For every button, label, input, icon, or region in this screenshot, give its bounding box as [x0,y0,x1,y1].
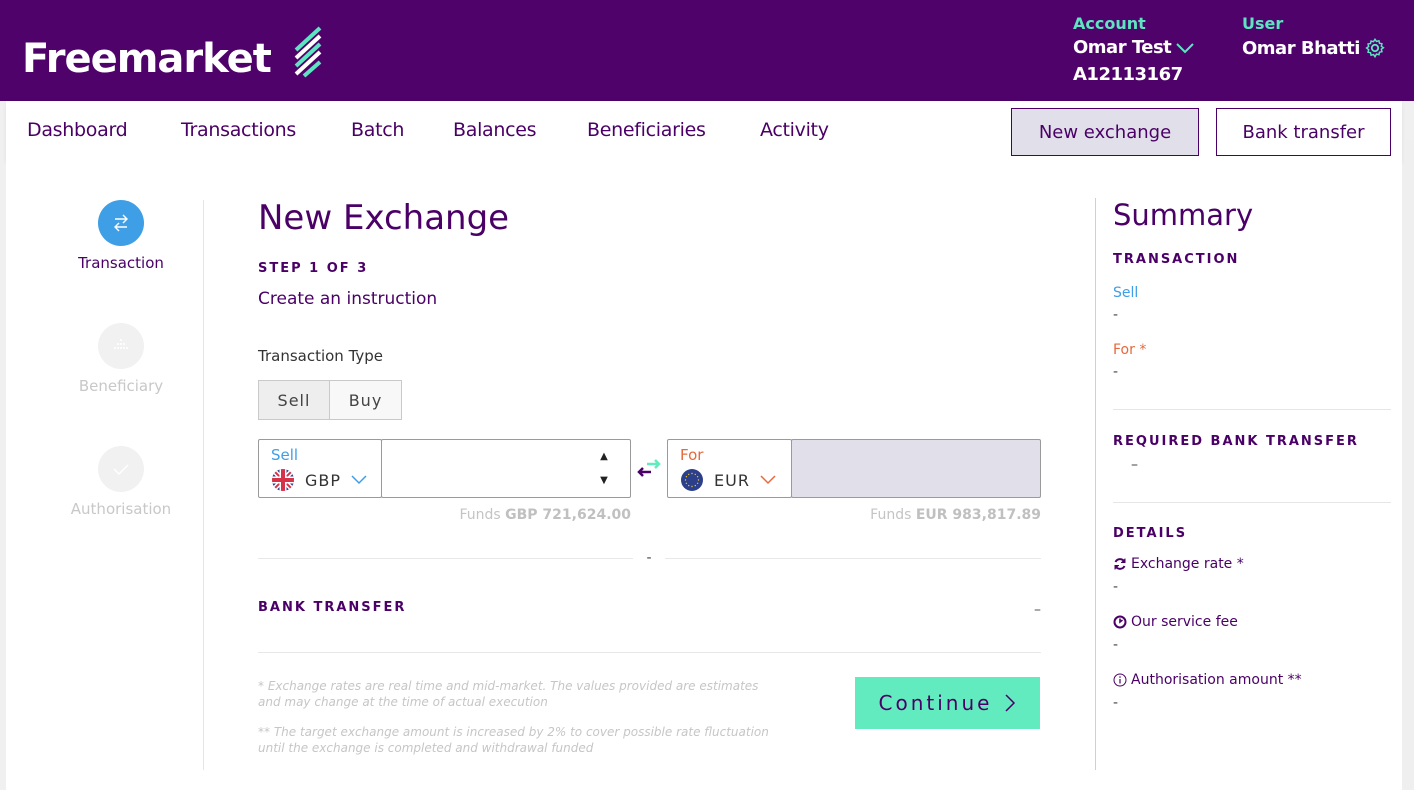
page-content: Transaction Beneficiary Authorisation Ne… [6,162,1402,790]
step-transaction-circle [98,200,144,246]
swap-currencies-icon[interactable] [635,454,663,482]
page-scrollbar[interactable] [1402,140,1414,790]
increment-icon[interactable]: ▲ [600,451,608,463]
gear-icon[interactable] [1364,37,1386,59]
chevron-right-icon [1005,694,1016,712]
chevron-down-icon [760,475,776,485]
account-label: Account [1073,14,1146,33]
sell-amount-input[interactable] [382,440,567,497]
top-header: Freemarket Account Omar Test A12113167 U… [0,0,1414,101]
for-currency-label: For [680,446,704,464]
step-beneficiary: Beneficiary [41,323,201,395]
bank-transfer-heading: BANK TRANSFER [258,600,407,615]
step-label: Authorisation [70,500,172,518]
nav-transactions[interactable]: Transactions [181,119,296,141]
auth-amount-label: Authorisation amount ** [1131,672,1302,688]
check-icon [113,464,129,475]
uk-flag-icon [272,469,294,491]
auth-amount-value: - [1113,695,1119,711]
freemarket-logo[interactable]: Freemarket [22,36,272,82]
account-name: Omar Test [1073,37,1172,58]
funds-prefix: Funds [459,507,501,523]
summary-divider [1095,198,1096,770]
summary-sell-value: - [1113,307,1119,323]
summary-sell-label: Sell [1113,285,1139,301]
exchange-rate-value: - [1113,579,1119,595]
exchange-rate-label: Exchange rate * [1131,556,1244,572]
step-authorisation-circle [98,446,144,492]
bank-transfer-button[interactable]: Bank transfer [1216,108,1391,156]
dots-icon [114,339,128,349]
bank-transfer-divider [258,652,1041,653]
chevron-down-icon[interactable] [1175,41,1195,55]
swap-arrows-icon [114,214,128,232]
step-authorisation: Authorisation [41,446,201,518]
for-currency-select[interactable]: For EUR [667,439,792,498]
nav-dashboard[interactable]: Dashboard [27,119,128,141]
service-fee-value: - [1113,637,1119,653]
step-subtitle: Create an instruction [258,289,438,309]
stepper-divider [203,200,204,770]
nav-beneficiaries[interactable]: Beneficiaries [587,119,706,141]
exchange-rate-row: Exchange rate * [1113,556,1244,572]
new-exchange-button[interactable]: New exchange [1011,108,1199,156]
account-id: A12113167 [1073,64,1183,85]
page-title: New Exchange [258,198,510,238]
step-indicator: STEP 1 OF 3 [258,261,369,276]
required-bank-transfer-heading: REQUIRED BANK TRANSFER [1113,434,1359,449]
summary-divider-1 [1113,409,1391,410]
transaction-type-toggle: Sell Buy [258,380,402,420]
summary-divider-2 [1113,502,1391,503]
sell-amount-field: ▲ ▼ [381,439,631,498]
continue-label: Continue [878,691,993,715]
for-amount-field[interactable] [791,439,1041,498]
summary-transaction-heading: TRANSACTION [1113,252,1240,267]
nav-balances[interactable]: Balances [453,119,537,141]
summary-for-value: - [1113,364,1119,380]
bank-transfer-value: – [1034,602,1041,618]
step-label: Transaction [78,254,164,272]
amount-stepper[interactable]: ▲ ▼ [598,451,610,487]
for-funds: Funds EUR 983,817.89 [870,507,1041,523]
nav-activity[interactable]: Activity [760,119,829,141]
auth-amount-row: Authorisation amount ** [1113,672,1302,688]
for-currency-code: EUR [714,470,750,490]
step-beneficiary-circle [98,323,144,369]
sell-toggle-button[interactable]: Sell [258,380,330,420]
refresh-icon [1114,558,1126,570]
eu-flag-icon [681,469,703,491]
sell-currency-select[interactable]: Sell GBP [258,439,382,498]
sell-funds-value: GBP 721,624.00 [505,507,631,523]
sell-currency-code: GBP [305,470,342,490]
buy-toggle-button[interactable]: Buy [330,380,402,420]
user-menu: User Omar Bhatti [1242,14,1386,59]
required-bank-transfer-value: – [1131,457,1138,473]
logo-mark-icon [294,26,322,78]
service-fee-row: Our service fee [1113,614,1238,630]
target-amount-note: ** The target exchange amount is increas… [258,725,769,755]
step-transaction: Transaction [41,200,201,272]
details-heading: DETAILS [1113,526,1188,541]
exchange-rate-note: * Exchange rates are real time and mid-m… [258,679,759,709]
summary-title: Summary [1113,198,1254,232]
decrement-icon[interactable]: ▼ [600,475,608,487]
continue-button[interactable]: Continue [855,677,1040,729]
clock-icon [1113,615,1127,629]
summary-for-label: For * [1113,342,1147,358]
nav-batch[interactable]: Batch [351,119,404,141]
sell-funds: Funds GBP 721,624.00 [459,507,631,523]
info-icon [1113,673,1127,687]
step-label: Beneficiary [78,377,164,395]
main-nav: Dashboard Transactions Batch Balances Be… [6,101,1402,162]
rate-value: - [633,550,665,566]
user-label: User [1242,14,1284,33]
funds-prefix: Funds [870,507,912,523]
user-name: Omar Bhatti [1242,37,1360,59]
account-switcher[interactable]: Account Omar Test A12113167 [1073,14,1195,85]
chevron-down-icon [351,475,367,485]
for-funds-value: EUR 983,817.89 [915,507,1041,523]
sell-currency-label: Sell [271,446,299,464]
transaction-type-label: Transaction Type [258,347,384,365]
service-fee-label: Our service fee [1131,614,1238,630]
